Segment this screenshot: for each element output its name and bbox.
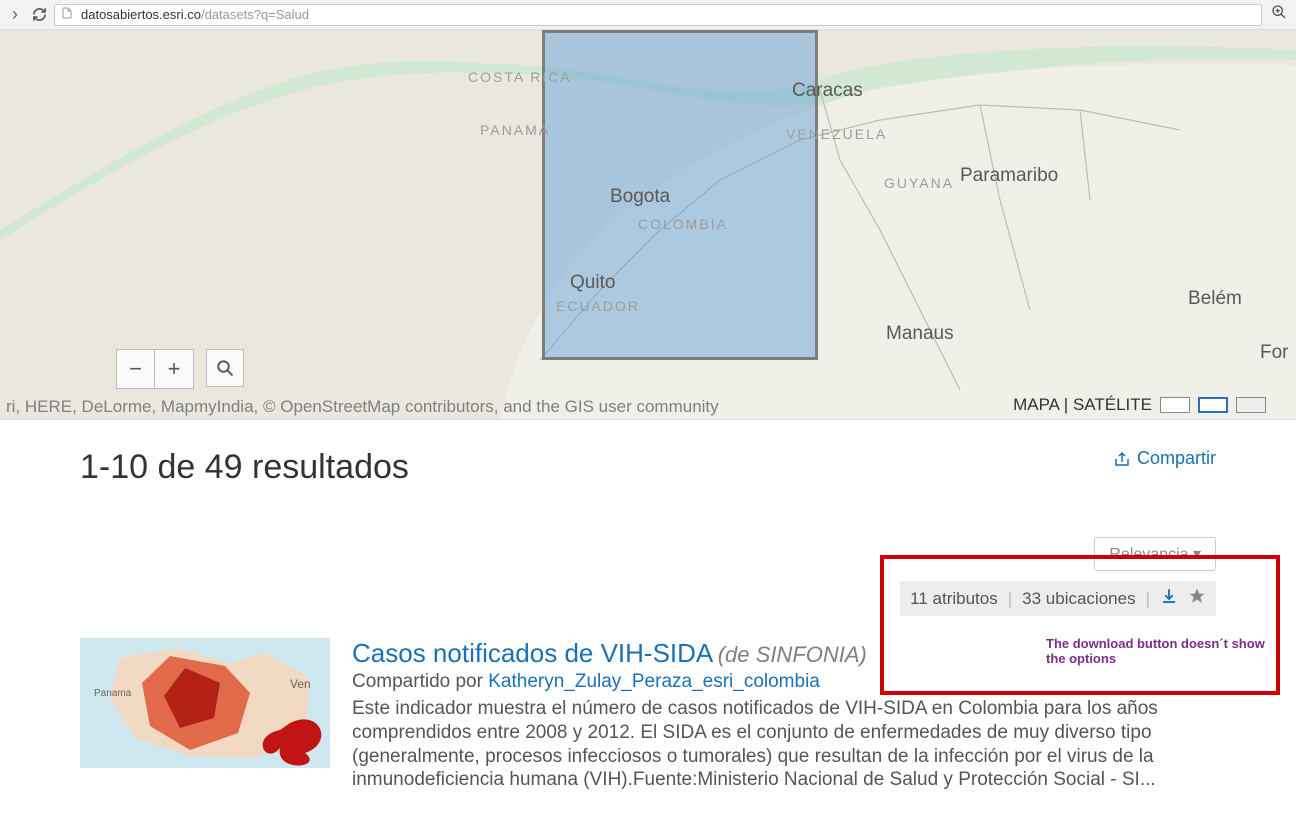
swatch-c[interactable]	[1236, 397, 1266, 413]
label-bogota: Bogota	[610, 186, 670, 208]
meta-attributes: 11 atributos	[910, 589, 998, 609]
reload-icon[interactable]	[30, 6, 48, 24]
result-source: (de SINFONIA)	[718, 642, 867, 667]
swatch-a[interactable]	[1160, 397, 1190, 413]
label-panama: PANAMÁ	[480, 122, 550, 138]
address-bar[interactable]: datosabiertos.esri.co/datasets?q=Salud	[54, 4, 1262, 26]
shared-user-link[interactable]: Katheryn_Zulay_Peraza_esri_colombia	[488, 671, 820, 692]
map-search-button[interactable]	[206, 349, 244, 387]
map-attribution: ri, HERE, DeLorme, MapmyIndia, © OpenStr…	[0, 395, 725, 419]
favorite-button[interactable]	[1188, 587, 1206, 610]
basemap-toggle[interactable]: MAPA | SATÉLITE	[1005, 391, 1274, 419]
result-description: Este indicador muestra el número de caso…	[352, 697, 1216, 792]
basemap-toggle-label: MAPA | SATÉLITE	[1013, 395, 1152, 415]
meta-locations: 33 ubicaciones	[1022, 589, 1135, 609]
svg-text:Ven: Ven	[290, 677, 311, 691]
map-panel[interactable]: COSTA RICA PANAMÁ Caracas VENEZUELA Bogo…	[0, 30, 1296, 420]
sort-dropdown[interactable]: Relevancia ▾	[1094, 537, 1216, 571]
meta-sep2: |	[1146, 589, 1150, 609]
zoom-in-button[interactable]: +	[155, 350, 193, 388]
label-caracas: Caracas	[792, 80, 863, 102]
browser-chrome: › datosabiertos.esri.co/datasets?q=Salud	[0, 0, 1296, 30]
label-quito: Quito	[570, 272, 615, 294]
label-costa-rica: COSTA RICA	[468, 70, 572, 84]
label-for: For	[1260, 342, 1289, 364]
result-title-link[interactable]: Casos notificados de VIH-SIDA	[352, 638, 713, 668]
results-panel: 1-10 de 49 resultados Compartir Relevanc…	[0, 420, 1296, 792]
zoom-reset-icon[interactable]	[1268, 4, 1290, 25]
share-label: Compartir	[1137, 448, 1216, 469]
nav-forward-icon[interactable]: ›	[6, 6, 24, 24]
results-count: 1-10 de 49 resultados	[80, 448, 409, 487]
svg-text:Panama: Panama	[94, 688, 132, 699]
swatch-b[interactable]	[1198, 397, 1228, 413]
download-icon	[1160, 587, 1178, 605]
star-icon	[1188, 587, 1206, 605]
url-host: datosabiertos.esri.co	[81, 7, 201, 22]
download-button[interactable]	[1160, 587, 1178, 610]
label-paramaribo: Paramaribo	[960, 165, 1058, 187]
label-belem: Belém	[1188, 288, 1242, 310]
meta-sep: |	[1008, 589, 1012, 609]
shared-prefix: Compartido por	[352, 671, 488, 692]
annotation-text: The download button doesn´t show the opt…	[1046, 636, 1276, 666]
result-meta-pill: 11 atributos | 33 ubicaciones |	[900, 581, 1216, 616]
zoom-out-button[interactable]: −	[117, 350, 155, 388]
result-shared-by: Compartido por Katheryn_Zulay_Peraza_esr…	[352, 671, 1216, 693]
search-icon	[216, 359, 234, 377]
label-guyana: GUYANA	[884, 175, 954, 191]
page-icon	[61, 6, 75, 23]
result-thumbnail[interactable]: Panama Ven	[80, 638, 330, 768]
label-ecuador: ECUADOR	[556, 298, 640, 314]
zoom-control: − +	[116, 349, 194, 389]
thumbnail-map-icon: Panama Ven	[80, 638, 330, 768]
label-manaus: Manaus	[886, 323, 954, 345]
map-controls: − +	[116, 349, 244, 389]
share-button[interactable]: Compartir	[1113, 448, 1216, 469]
url-path: /datasets?q=Salud	[201, 7, 309, 22]
share-icon	[1113, 450, 1131, 468]
label-colombia: COLOMBIA	[638, 216, 728, 232]
label-venezuela: VENEZUELA	[786, 126, 887, 142]
